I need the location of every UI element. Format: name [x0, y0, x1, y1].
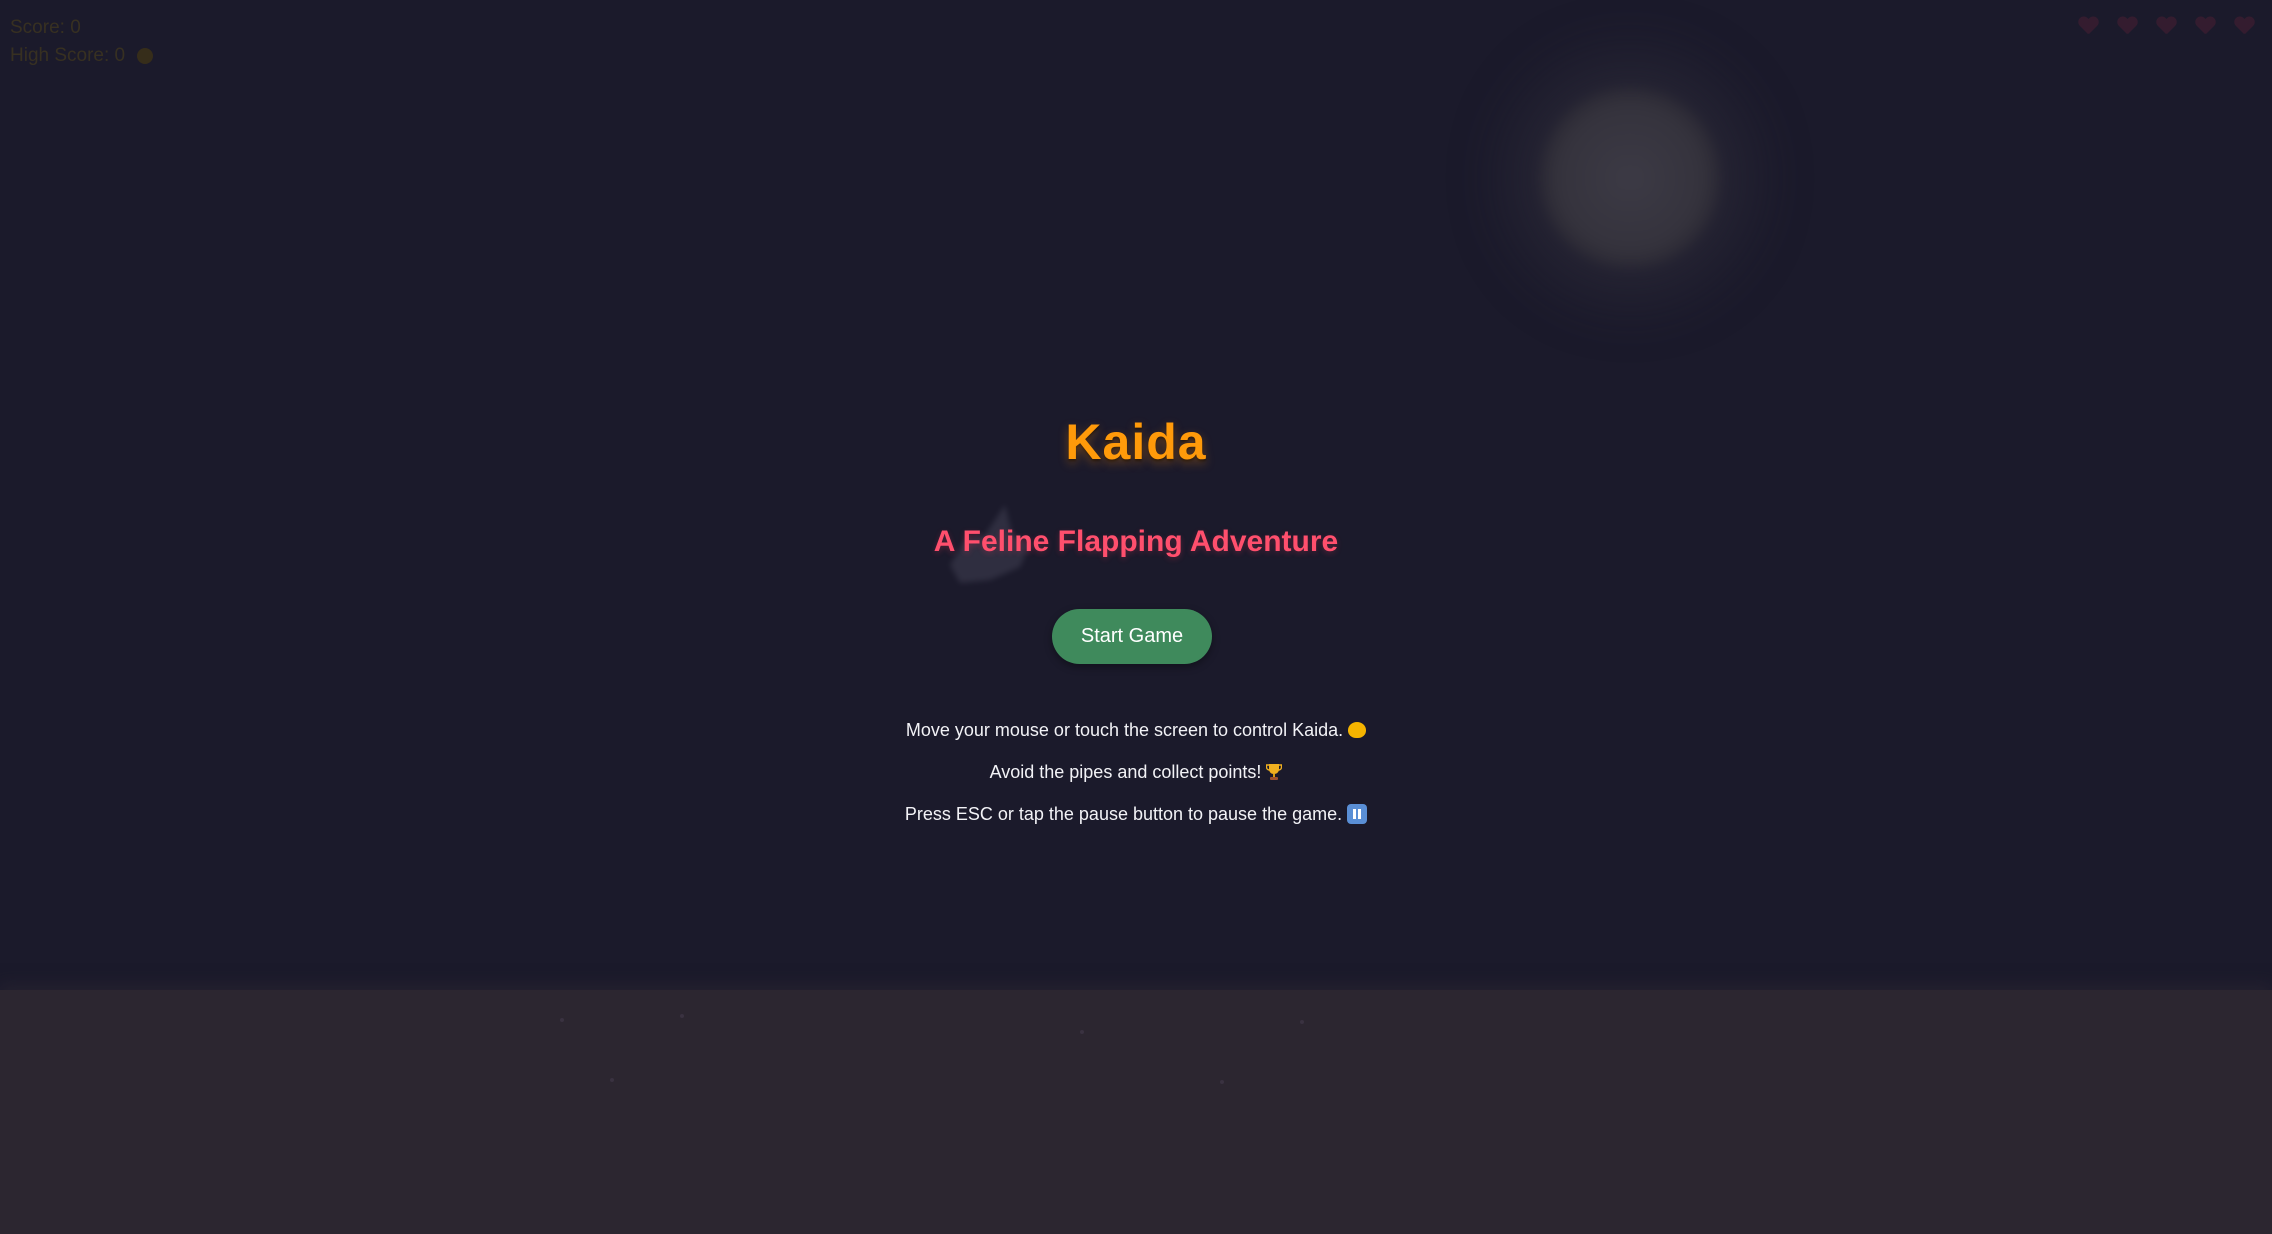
cat-face-icon	[1348, 722, 1367, 738]
game-subtitle: A Feline Flapping Adventure	[933, 525, 1339, 558]
instruction-avoid: Avoid the pipes and collect points!	[0, 762, 2272, 783]
game-canvas[interactable]: Score: 0 High Score: 0 Kaida A Feline Fl…	[0, 0, 2272, 1234]
instruction-control: Move your mouse or touch the screen to c…	[0, 720, 2272, 741]
start-menu-overlay: Kaida A Feline Flapping Adventure Start …	[0, 0, 2272, 1234]
pause-icon	[1347, 804, 1368, 824]
instruction-text: Press ESC or tap the pause button to pau…	[904, 804, 1343, 824]
instruction-pause: Press ESC or tap the pause button to pau…	[0, 804, 2272, 825]
game-title: Kaida	[1065, 414, 1207, 470]
instruction-text: Move your mouse or touch the screen to c…	[905, 720, 1344, 740]
instruction-text: Avoid the pipes and collect points!	[989, 762, 1262, 782]
instructions: Move your mouse or touch the screen to c…	[0, 720, 2272, 846]
start-game-button[interactable]: Start Game	[1052, 609, 1212, 664]
trophy-icon	[1266, 764, 1283, 780]
